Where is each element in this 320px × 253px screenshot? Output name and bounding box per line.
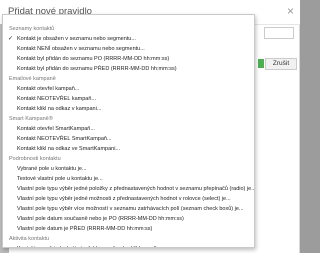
- dropdown-option[interactable]: Kontakt byl přidán do seznamu PO (RRRR-M…: [3, 54, 254, 64]
- dropdown-option[interactable]: Textové vlastní pole u kontaktu je...: [3, 174, 254, 184]
- dropdown-option[interactable]: Kontakt NEOTEVŘEL SmartKampaň...: [3, 134, 254, 144]
- dropdown-option-label: Vlastní pole datum je PŘED (RRRR-MM-DD h…: [17, 226, 153, 232]
- cancel-button[interactable]: Zrušit: [265, 58, 297, 70]
- dropdown-option-label: Kontakt klikl na odkaz ve SmartKampani..…: [17, 146, 121, 152]
- dropdown-option[interactable]: ✓ Kontakt je obsažen v seznamu nebo segme…: [3, 34, 254, 44]
- dropdown-option-label: Vybrané pole u kontaktu je...: [17, 166, 87, 172]
- confirm-button-edge[interactable]: [258, 59, 264, 68]
- dropdown-group-header: Smart Kampaně®: [9, 116, 53, 122]
- dropdown-option-label: Kontakt byl přidán do seznamu PO (RRRR-M…: [17, 56, 170, 62]
- dropdown-option-label: Kontakt otevřel SmartKampaň...: [17, 126, 95, 132]
- dropdown-option-label: Kontakt aspoň jedenkrát otevřel kampaň n…: [17, 246, 165, 247]
- dropdown-option[interactable]: Kontakt byl přidán do seznamu PŘED (RRRR…: [3, 64, 254, 74]
- dropdown-option[interactable]: Kontakt otevřel SmartKampaň...: [3, 124, 254, 134]
- close-icon[interactable]: ×: [287, 4, 294, 18]
- dropdown-option[interactable]: Kontakt klikl na odkaz ve SmartKampani..…: [3, 144, 254, 154]
- dropdown-option-label: Vlastní pole datum současně nebo je PO (…: [17, 216, 184, 222]
- dropdown-option-label: Vlastní pole typu výběr více možností v …: [17, 206, 244, 212]
- dropdown-option-label: Vlastní pole typu výběr jedné možnosti z…: [17, 196, 231, 202]
- check-icon: ✓: [8, 36, 14, 42]
- dropdown-option-label: Textové vlastní pole u kontaktu je...: [17, 176, 103, 182]
- dropdown-option-label: Vlastní pole typu výběr jedné položky z …: [17, 186, 255, 192]
- dropdown-option[interactable]: Vlastní pole datum současně nebo je PO (…: [3, 214, 254, 224]
- dropdown-option[interactable]: Vlastní pole typu výběr více možností v …: [3, 204, 254, 214]
- dropdown-group-header: Podrobnosti kontaktu: [9, 156, 61, 162]
- dropdown-option[interactable]: Kontakt otevřel kampaň...: [3, 84, 254, 94]
- dropdown-option[interactable]: Vlastní pole datum je PŘED (RRRR-MM-DD h…: [3, 224, 254, 234]
- rule-type-dropdown-list[interactable]: Seznamy kontaktů ✓ Kontakt je obsažen v se…: [2, 14, 255, 248]
- dropdown-option-label: Kontakt NEOTEVŘEL SmartKampaň...: [17, 136, 112, 142]
- dropdown-group-header: Emailové kampaně: [9, 76, 56, 82]
- dropdown-option[interactable]: Vlastní pole typu výběr jedné položky z …: [3, 184, 254, 194]
- dropdown-option-label: Kontakt NENÍ obsažen v seznamu nebo segm…: [17, 46, 145, 52]
- dropdown-option-label: Kontakt byl přidán do seznamu PŘED (RRRR…: [17, 66, 177, 72]
- dropdown-option-label: Kontakt klikl na odkaz v kampani...: [17, 106, 102, 112]
- dropdown-option[interactable]: Vlastní pole typu výběr jedné možnosti z…: [3, 194, 254, 204]
- dropdown-option[interactable]: Vybrané pole u kontaktu je...: [3, 164, 254, 174]
- dropdown-option-label: Kontakt je obsažen v seznamu nebo segmen…: [17, 36, 136, 42]
- dropdown-option-label: Kontakt otevřel kampaň...: [17, 86, 80, 92]
- rule-value-input[interactable]: [264, 27, 294, 39]
- dropdown-option[interactable]: Kontakt NENÍ obsažen v seznamu nebo segm…: [3, 44, 254, 54]
- dropdown-option[interactable]: Kontakt klikl na odkaz v kampani...: [3, 104, 254, 114]
- dropdown-option-label: Kontakt NEOTEVŘEL kampaň...: [17, 96, 96, 102]
- dropdown-option[interactable]: Kontakt NEOTEVŘEL kampaň...: [3, 94, 254, 104]
- dropdown-option[interactable]: Kontakt aspoň jedenkrát otevřel kampaň n…: [3, 244, 254, 247]
- dropdown-group-header: Aktivita kontaktu: [9, 236, 50, 242]
- dropdown-group-header: Seznamy kontaktů: [9, 26, 55, 32]
